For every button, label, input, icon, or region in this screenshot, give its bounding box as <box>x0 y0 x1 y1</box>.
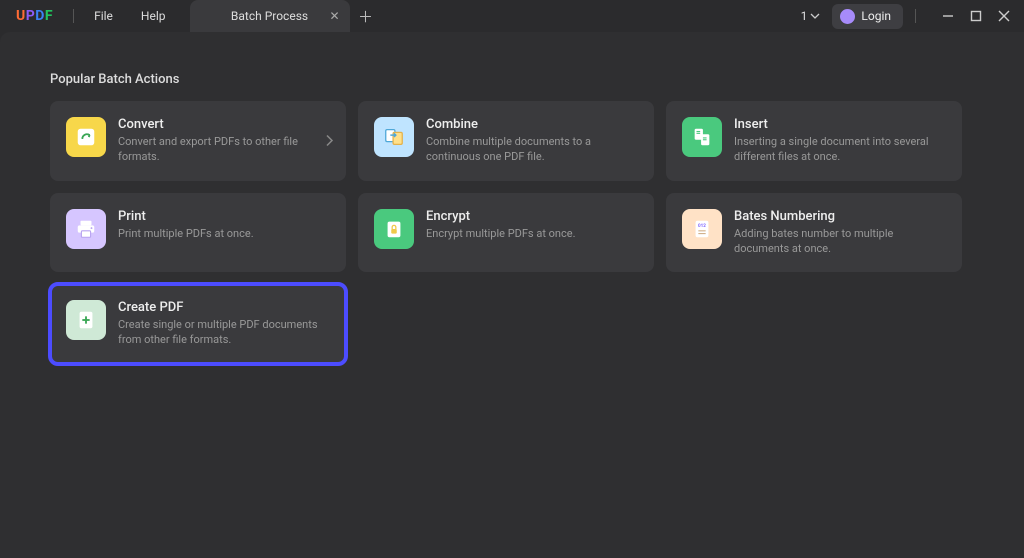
card-desc: Inserting a single document into several… <box>734 135 946 165</box>
titlebar: UPDF File Help Batch Process ✕ ＋ 1 Login <box>0 0 1024 32</box>
minimize-button[interactable] <box>934 2 962 30</box>
separator <box>73 9 74 23</box>
card-desc: Convert and export PDFs to other file fo… <box>118 135 330 165</box>
card-desc: Create single or multiple PDF documents … <box>118 318 330 348</box>
card-title: Print <box>118 209 330 224</box>
count-value: 1 <box>801 9 808 23</box>
bates-icon: 012 <box>682 209 722 249</box>
menu-help[interactable]: Help <box>127 3 180 29</box>
svg-text:012: 012 <box>698 223 706 229</box>
login-button[interactable]: Login <box>832 4 903 29</box>
card-title: Convert <box>118 117 330 132</box>
card-convert[interactable]: Convert Convert and export PDFs to other… <box>50 101 346 181</box>
card-title: Insert <box>734 117 946 132</box>
app-logo: UPDF <box>0 0 67 32</box>
close-icon[interactable]: ✕ <box>329 9 339 23</box>
tab-batch-process[interactable]: Batch Process ✕ <box>190 0 350 32</box>
maximize-icon <box>970 10 982 22</box>
card-grid: Convert Convert and export PDFs to other… <box>50 101 974 364</box>
insert-icon <box>682 117 722 157</box>
chevron-right-icon <box>324 131 334 150</box>
convert-icon <box>66 117 106 157</box>
encrypt-icon <box>374 209 414 249</box>
card-desc: Combine multiple documents to a continuo… <box>426 135 638 165</box>
new-tab-button[interactable]: ＋ <box>350 6 382 27</box>
chevron-down-icon <box>810 11 820 21</box>
menu-file[interactable]: File <box>80 3 127 29</box>
card-desc: Adding bates number to multiple document… <box>734 227 946 257</box>
tab-title: Batch Process <box>231 9 308 23</box>
section-title: Popular Batch Actions <box>50 72 974 87</box>
minimize-icon <box>942 10 954 22</box>
card-title: Create PDF <box>118 300 330 315</box>
separator <box>915 9 916 23</box>
card-combine[interactable]: Combine Combine multiple documents to a … <box>358 101 654 181</box>
tabbar: Batch Process ✕ ＋ <box>190 0 382 32</box>
page-content: Popular Batch Actions Convert Convert an… <box>0 32 1024 558</box>
card-desc: Encrypt multiple PDFs at once. <box>426 227 638 242</box>
combine-icon <box>374 117 414 157</box>
card-create-pdf[interactable]: Create PDF Create single or multiple PDF… <box>50 284 346 364</box>
header-controls: 1 Login <box>795 2 1018 30</box>
card-print[interactable]: Print Print multiple PDFs at once. <box>50 193 346 273</box>
avatar-icon <box>840 9 855 24</box>
card-encrypt[interactable]: Encrypt Encrypt multiple PDFs at once. <box>358 193 654 273</box>
create-pdf-icon <box>66 300 106 340</box>
close-button[interactable] <box>990 2 1018 30</box>
card-bates[interactable]: 012 Bates Numbering Adding bates number … <box>666 193 962 273</box>
print-icon <box>66 209 106 249</box>
card-title: Encrypt <box>426 209 638 224</box>
close-icon <box>998 10 1010 22</box>
card-desc: Print multiple PDFs at once. <box>118 227 330 242</box>
card-title: Combine <box>426 117 638 132</box>
maximize-button[interactable] <box>962 2 990 30</box>
notification-count[interactable]: 1 <box>795 5 827 27</box>
card-title: Bates Numbering <box>734 209 946 224</box>
login-label: Login <box>861 9 891 23</box>
card-insert[interactable]: Insert Inserting a single document into … <box>666 101 962 181</box>
